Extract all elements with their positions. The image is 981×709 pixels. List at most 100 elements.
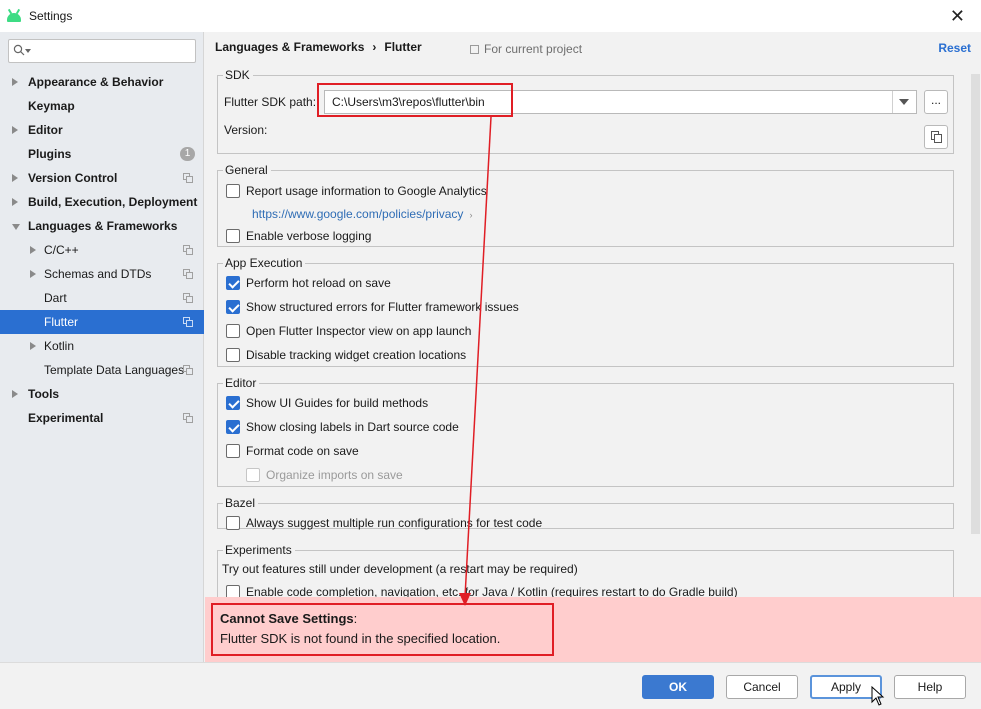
checkbox-box[interactable]: [226, 300, 240, 314]
sidebar-item-label: Appearance & Behavior: [28, 75, 164, 89]
expand-arrow-icon[interactable]: [12, 390, 18, 398]
experiments-group: Experiments Try out features still under…: [217, 542, 954, 597]
checkbox-box[interactable]: [226, 348, 240, 362]
cancel-button[interactable]: Cancel: [726, 675, 798, 699]
project-scope-icon: [183, 245, 193, 255]
sidebar-item-label: Experimental: [28, 411, 104, 425]
checkbox-box[interactable]: [226, 396, 240, 410]
checkbox-box[interactable]: [226, 444, 240, 458]
sidebar-item-languages-frameworks[interactable]: Languages & Frameworks: [0, 214, 204, 238]
sidebar-item-experimental[interactable]: Experimental: [0, 406, 204, 430]
privacy-link-text[interactable]: https://www.google.com/policies/privacy: [252, 207, 463, 221]
checkbox-label: Show closing labels in Dart source code: [246, 420, 459, 434]
sidebar-item-label: Plugins: [28, 147, 72, 161]
dropdown-arrow-icon[interactable]: [892, 91, 916, 113]
breadcrumb-parent[interactable]: Languages & Frameworks: [215, 40, 364, 54]
copy-version-button[interactable]: [924, 125, 948, 149]
android-studio-icon: [6, 8, 22, 23]
sidebar-item-tools[interactable]: Tools: [0, 382, 204, 406]
expand-arrow-icon[interactable]: [12, 78, 18, 86]
sidebar-item-label: Languages & Frameworks: [28, 219, 178, 233]
checkbox-label: Format code on save: [246, 444, 359, 458]
sidebar-item-cpp[interactable]: C/C++: [0, 238, 204, 262]
sidebar-item-label: Kotlin: [44, 339, 75, 353]
project-scope-icon: [183, 413, 193, 423]
project-scope-icon: [183, 269, 193, 279]
sidebar-item-build-execution-deployment[interactable]: Build, Execution, Deployment: [0, 190, 204, 214]
sidebar-item-label: Keymap: [28, 99, 75, 113]
reset-link[interactable]: Reset: [938, 41, 971, 55]
expand-arrow-icon[interactable]: [30, 270, 36, 278]
flutter-settings-panel: SDK Flutter SDK path: C:\Users\m3\repos\…: [205, 62, 981, 597]
close-icon[interactable]: ✕: [950, 6, 965, 26]
project-scope-icon: [183, 173, 193, 183]
checkbox-box[interactable]: [226, 516, 240, 530]
java-kotlin-completion-checkbox[interactable]: Enable code completion, navigation, etc.…: [226, 583, 738, 597]
closing-labels-checkbox[interactable]: Show closing labels in Dart source code: [226, 418, 459, 436]
plugins-update-badge: 1: [180, 147, 195, 161]
organize-imports-checkbox[interactable]: Organize imports on save: [246, 466, 403, 484]
sidebar-item-label: Flutter: [44, 315, 79, 329]
expand-arrow-icon[interactable]: [12, 126, 18, 134]
expand-arrow-icon[interactable]: [12, 174, 18, 182]
sidebar-item-keymap[interactable]: Keymap: [0, 94, 204, 118]
settings-tree: Appearance & Behavior Keymap Editor Plug…: [0, 70, 204, 430]
structured-errors-checkbox[interactable]: Show structured errors for Flutter frame…: [226, 298, 519, 316]
expand-arrow-icon[interactable]: [30, 342, 36, 350]
bazel-group: Bazel Always suggest multiple run config…: [217, 495, 954, 532]
help-button[interactable]: Help: [894, 675, 966, 699]
open-inspector-checkbox[interactable]: Open Flutter Inspector view on app launc…: [226, 322, 471, 340]
project-scope-note: For current project: [470, 42, 582, 56]
sidebar-item-schemas-dtds[interactable]: Schemas and DTDs: [0, 262, 204, 286]
checkbox-box[interactable]: [246, 468, 260, 482]
checkbox-box[interactable]: [226, 229, 240, 243]
sidebar-item-label: Schemas and DTDs: [44, 267, 152, 281]
sidebar-item-plugins[interactable]: Plugins 1: [0, 142, 204, 166]
sidebar-item-version-control[interactable]: Version Control: [0, 166, 204, 190]
disable-widget-tracking-checkbox[interactable]: Disable tracking widget creation locatio…: [226, 346, 466, 364]
project-scope-icon: [183, 293, 193, 303]
checkbox-box[interactable]: [226, 324, 240, 338]
sidebar-item-dart[interactable]: Dart: [0, 286, 204, 310]
group-title: App Execution: [223, 255, 306, 271]
privacy-policy-link[interactable]: https://www.google.com/policies/privacy ›: [252, 205, 472, 223]
vertical-scrollbar[interactable]: [971, 74, 980, 534]
search-input[interactable]: [8, 39, 196, 63]
checkbox-label: Perform hot reload on save: [246, 276, 391, 290]
content-header: Languages & Frameworks › Flutter For curre…: [205, 32, 981, 62]
sidebar-item-flutter[interactable]: Flutter: [0, 310, 204, 334]
checkbox-label: Always suggest multiple run configuratio…: [246, 516, 543, 530]
verbose-logging-checkbox[interactable]: Enable verbose logging: [226, 227, 371, 245]
hot-reload-on-save-checkbox[interactable]: Perform hot reload on save: [226, 274, 391, 292]
sidebar-item-template-data-languages[interactable]: Template Data Languages: [0, 358, 204, 382]
breadcrumb-current: Flutter: [384, 40, 422, 54]
browse-sdk-button[interactable]: ...: [924, 90, 948, 114]
multiple-run-configs-checkbox[interactable]: Always suggest multiple run configuratio…: [226, 514, 542, 532]
expand-arrow-icon[interactable]: [12, 198, 18, 206]
checkbox-box[interactable]: [226, 276, 240, 290]
experiments-description: Try out features still under development…: [222, 562, 578, 576]
sidebar-item-kotlin[interactable]: Kotlin: [0, 334, 204, 358]
sidebar-item-editor[interactable]: Editor: [0, 118, 204, 142]
checkbox-box[interactable]: [226, 184, 240, 198]
project-scope-icon: [470, 45, 479, 54]
report-usage-checkbox[interactable]: Report usage information to Google Analy…: [226, 182, 487, 200]
checkbox-label: Disable tracking widget creation locatio…: [246, 348, 467, 362]
app-execution-group: App Execution Perform hot reload on save…: [217, 255, 954, 367]
window-title: Settings: [29, 9, 73, 23]
group-title: SDK: [223, 67, 253, 83]
format-on-save-checkbox[interactable]: Format code on save: [226, 442, 359, 460]
ok-button[interactable]: OK: [642, 675, 714, 699]
sidebar-item-label: Tools: [28, 387, 60, 401]
checkbox-label: Enable verbose logging: [246, 229, 372, 243]
checkbox-label: Report usage information to Google Analy…: [246, 184, 487, 198]
sidebar-item-appearance-behavior[interactable]: Appearance & Behavior: [0, 70, 204, 94]
collapse-arrow-icon[interactable]: [12, 224, 20, 230]
checkbox-label: Show structured errors for Flutter frame…: [246, 300, 519, 314]
checkbox-label: Open Flutter Inspector view on app launc…: [246, 324, 472, 338]
checkbox-box[interactable]: [226, 420, 240, 434]
expand-arrow-icon[interactable]: [30, 246, 36, 254]
editor-group: Editor Show UI Guides for build methods …: [217, 375, 954, 487]
checkbox-box[interactable]: [226, 585, 240, 597]
ui-guides-checkbox[interactable]: Show UI Guides for build methods: [226, 394, 428, 412]
